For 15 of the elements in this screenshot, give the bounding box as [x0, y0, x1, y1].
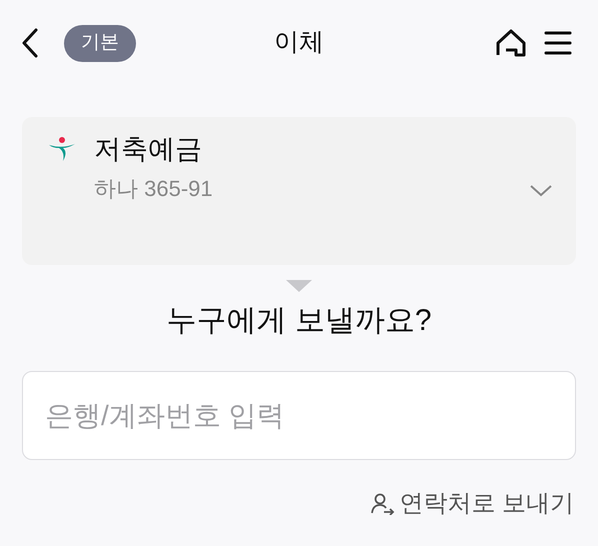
page-title: 이체 — [274, 27, 324, 58]
transfer-question: 누구에게 보낼까요? — [165, 303, 433, 339]
menu-icon[interactable] — [544, 30, 572, 56]
mode-badge[interactable]: 기본 — [64, 24, 136, 62]
down-triangle-icon — [286, 280, 312, 292]
account-card[interactable]: 저축예금 하나 365-91 — [22, 117, 576, 265]
contact-send-link[interactable]: 연락처로 보내기 — [371, 486, 574, 522]
bank-logo-icon — [48, 136, 76, 162]
chevron-down-icon[interactable] — [530, 185, 552, 197]
contact-icon — [371, 493, 396, 515]
back-icon[interactable] — [20, 27, 40, 59]
home-icon[interactable] — [496, 29, 526, 57]
account-name: 저축예금 — [94, 133, 202, 166]
account-number: 하나 365-91 — [94, 174, 213, 202]
account-input-field[interactable]: 은행/계좌번호 입력 — [22, 371, 576, 460]
